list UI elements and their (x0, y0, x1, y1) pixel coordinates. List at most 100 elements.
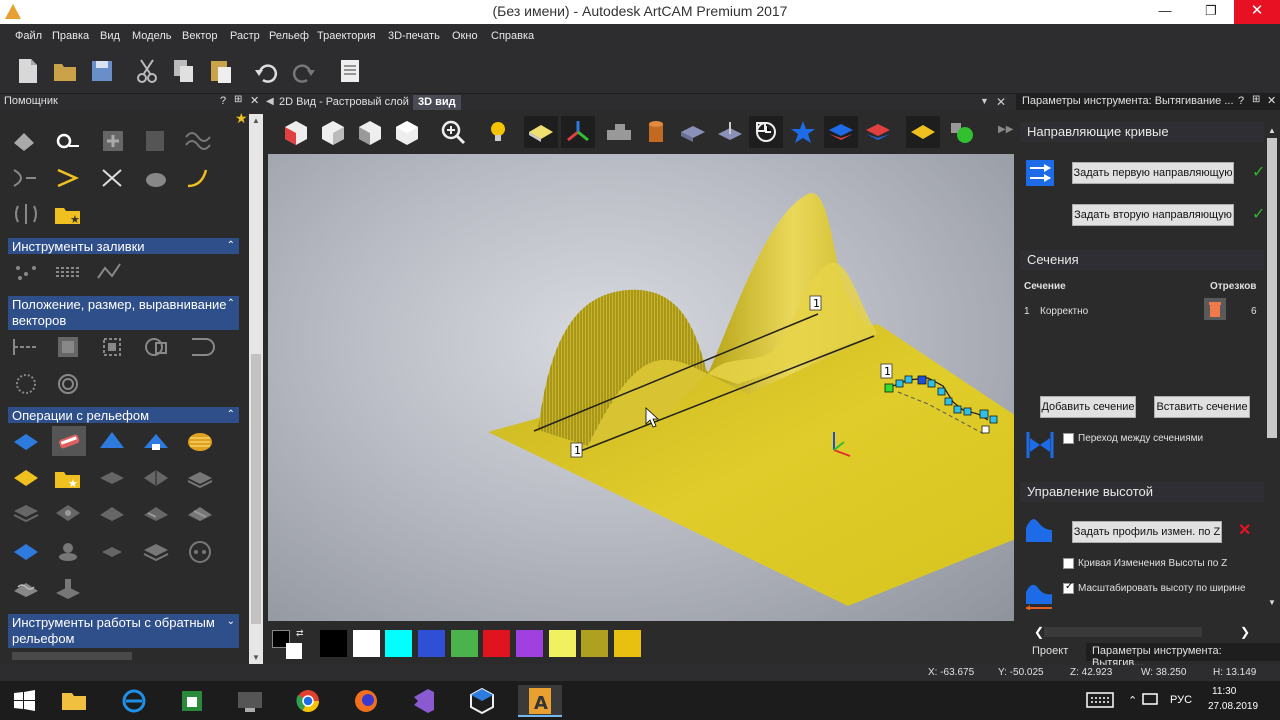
clock-time[interactable]: 11:30 (1212, 686, 1236, 697)
set-first-guide-button[interactable]: Задать первую направляющую (1072, 162, 1234, 184)
palette-swatch-cyan[interactable] (385, 630, 412, 657)
relief-bake-icon[interactable] (142, 540, 170, 564)
add-shape-icon[interactable] (99, 129, 127, 153)
spiral-icon[interactable] (184, 166, 212, 190)
relief-blue-icon[interactable] (12, 540, 40, 564)
insert-section-button[interactable]: Вставить сечение (1154, 396, 1250, 418)
shapes-green-icon[interactable] (948, 118, 976, 146)
chevron-down-icon[interactable]: ⌄ (227, 614, 235, 630)
pin-icon[interactable]: ⊞ (234, 94, 242, 105)
menu-help[interactable]: Справка (491, 30, 534, 42)
relief-erase-icon[interactable] (54, 540, 82, 564)
palette-swatch-white[interactable] (353, 630, 380, 657)
folder-star-icon[interactable]: ★ (54, 202, 82, 226)
material-cut-icon[interactable] (716, 118, 744, 146)
menu-view[interactable]: Вид (100, 30, 120, 42)
close-window-button[interactable]: ✕ (1234, 0, 1280, 24)
relief-punch-icon[interactable] (54, 577, 82, 601)
weave-icon[interactable] (186, 430, 214, 454)
close-view-icon[interactable]: ✕ (996, 95, 1006, 109)
mirror-icon[interactable] (12, 202, 40, 226)
block-shape-icon[interactable] (605, 118, 633, 146)
material-block-icon[interactable] (679, 118, 707, 146)
right-scrollbar-thumb[interactable] (1267, 138, 1277, 438)
inverse-relief-section-header[interactable]: Инструменты работы с обратным рельефом ⌄ (8, 614, 239, 648)
palette-swatch-green[interactable] (451, 630, 478, 657)
scroll-right-icon[interactable]: ❯ (1240, 625, 1250, 639)
menu-edit[interactable]: Правка (52, 30, 89, 42)
language-indicator[interactable]: РУС (1170, 694, 1192, 706)
windows-start-icon[interactable] (2, 685, 46, 717)
tabs-left-arrow-icon[interactable]: ◀ (266, 96, 274, 107)
left-panel-scrollbar[interactable]: ▲ ▼ (249, 114, 263, 664)
polyline-icon[interactable] (54, 166, 82, 190)
chrome-icon[interactable] (286, 685, 330, 717)
open-folder-icon[interactable] (53, 58, 77, 84)
tab-tool-parameters[interactable]: Параметры инструмента: Вытягив... (1086, 643, 1280, 669)
relief-split-icon[interactable] (142, 466, 170, 490)
keyboard-icon[interactable] (1086, 691, 1114, 709)
minimize-button[interactable]: — (1142, 0, 1188, 24)
scroll-down-icon[interactable]: ▼ (252, 653, 260, 662)
fillet-icon[interactable] (54, 372, 82, 396)
store-icon[interactable] (170, 685, 214, 717)
maximize-button[interactable]: ❐ (1188, 0, 1234, 24)
relief-tilt-icon[interactable] (98, 501, 126, 525)
tray-expand-icon[interactable]: ⌃ (1128, 694, 1137, 707)
position-size-section-header[interactable]: Положение, размер, выравнивание векторов… (8, 296, 239, 330)
file-explorer-icon[interactable] (52, 685, 96, 717)
scale-icon[interactable] (100, 335, 128, 359)
menu-relief[interactable]: Рельеф (269, 30, 309, 42)
visual-studio-icon[interactable] (402, 685, 446, 717)
menu-file[interactable]: Файл (15, 30, 42, 42)
palette-swatch-gold[interactable] (614, 630, 641, 657)
autodesk-cube-icon[interactable] (460, 685, 504, 717)
chevron-up-icon[interactable]: ⌃ (227, 407, 235, 423)
set-z-profile-button[interactable]: Задать профиль измен. по Z (1072, 521, 1222, 543)
internet-explorer-icon[interactable] (112, 685, 156, 717)
menu-vector[interactable]: Вектор (182, 30, 218, 42)
relief-smooth-icon[interactable] (142, 501, 170, 525)
relief-merge-icon[interactable] (54, 501, 82, 525)
rotate-icon[interactable] (142, 335, 170, 359)
height-control-section-header[interactable]: Управление высотой (1020, 482, 1264, 502)
menu-window[interactable]: Окно (452, 30, 478, 42)
chevron-up-icon[interactable]: ⌃ (227, 296, 235, 312)
scale-height-checkbox[interactable]: ✓ (1063, 581, 1074, 594)
section-transition-checkbox[interactable] (1063, 433, 1074, 444)
help-icon[interactable]: ? (220, 95, 226, 107)
relief-blob-icon[interactable] (142, 166, 170, 190)
redo-icon[interactable] (292, 58, 316, 84)
relief-clipart-icon[interactable] (12, 466, 40, 490)
relief-texture-icon[interactable] (186, 501, 214, 525)
section-row-status[interactable]: Корректно (1040, 306, 1088, 317)
clock-date[interactable]: 27.08.2019 (1208, 701, 1258, 712)
grid-icon[interactable] (142, 129, 170, 153)
relief-operations-section-header[interactable]: Операции с рельефом ⌃ (8, 407, 239, 423)
relief-diamond-icon[interactable] (98, 466, 126, 490)
secondary-color-swatch[interactable] (286, 643, 302, 659)
arc-icon[interactable] (12, 166, 40, 190)
section-view-button[interactable] (749, 116, 783, 148)
help-icon[interactable]: ? (1238, 95, 1244, 107)
paste-icon[interactable] (209, 58, 233, 84)
scroll-up-icon[interactable]: ▲ (1268, 126, 1276, 135)
sections-section-header[interactable]: Сечения (1020, 250, 1264, 270)
layer-red-icon[interactable] (864, 118, 892, 146)
node-edit-icon[interactable] (99, 166, 127, 190)
tab-project[interactable]: Проект (1026, 643, 1074, 661)
magnify-vector-icon[interactable] (54, 129, 82, 153)
view-front-icon[interactable] (319, 118, 347, 146)
relief-folder-icon[interactable]: ★ (54, 466, 82, 490)
menu-model[interactable]: Модель (132, 30, 171, 42)
relief-stack-icon[interactable] (12, 501, 40, 525)
lighting-bulb-icon[interactable] (484, 118, 512, 146)
layer-blue-button[interactable] (824, 116, 858, 148)
view-iso-red-icon[interactable] (282, 118, 310, 146)
left-scrollbar-thumb[interactable] (251, 354, 261, 624)
remove-profile-icon[interactable]: ✕ (1238, 520, 1251, 540)
close-panel-icon[interactable]: ✕ (1267, 94, 1276, 107)
3d-viewport[interactable]: 1 1 1 (268, 154, 1014, 621)
offset-icon[interactable] (12, 372, 40, 396)
cut-icon[interactable] (135, 58, 159, 84)
